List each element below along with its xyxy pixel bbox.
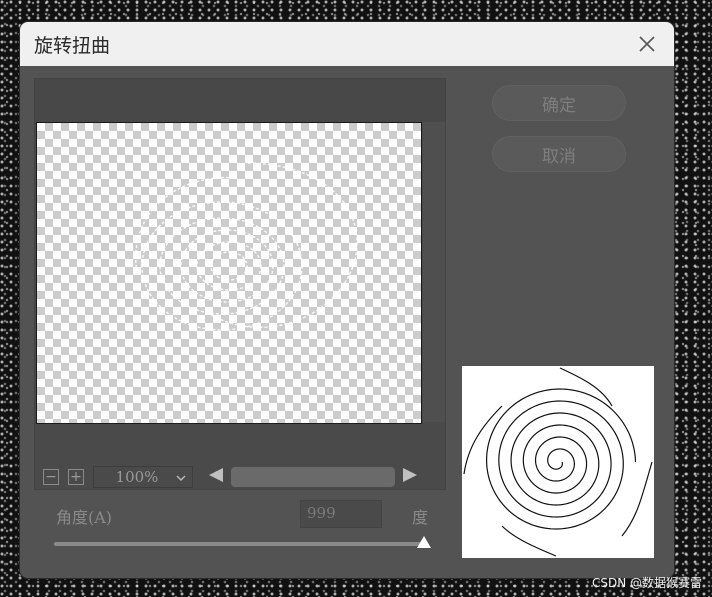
angle-control-row: 角度(A) 999 度 xyxy=(56,500,436,530)
angle-slider-thumb[interactable] xyxy=(417,536,431,548)
dialog-title: 旋转扭曲 xyxy=(34,35,111,57)
zoom-select[interactable]: 100% xyxy=(93,466,193,488)
preview-panel: − + 100% xyxy=(34,78,446,490)
ok-button[interactable]: 确定 xyxy=(492,85,626,121)
cancel-button[interactable]: 取消 xyxy=(492,136,626,172)
zoom-in-button[interactable]: + xyxy=(68,469,84,485)
triangle-left-icon[interactable] xyxy=(205,465,227,489)
watermark-text: CSDN @数据猴赛雷 xyxy=(591,576,702,590)
preview-top-area xyxy=(35,79,445,122)
angle-slider-track[interactable] xyxy=(54,542,424,546)
twirl-dialog: 旋转扭曲 − + 100% 确定 取消 角度(A) 999 度 xyxy=(20,22,674,578)
close-icon xyxy=(639,36,655,52)
scrollbar-thumb[interactable] xyxy=(231,467,395,487)
zoom-value: 100% xyxy=(115,468,159,486)
minus-icon: − xyxy=(45,469,57,485)
preview-vertical-scrollbar[interactable] xyxy=(423,122,445,422)
swirl-thumbnail xyxy=(462,366,654,558)
angle-input[interactable]: 999 xyxy=(300,500,382,528)
angle-unit-label: 度 xyxy=(412,508,429,527)
close-button[interactable] xyxy=(630,28,664,60)
title-bar: 旋转扭曲 xyxy=(20,22,674,66)
zoom-controls: − + 100% xyxy=(43,465,193,489)
spiral-graphic xyxy=(463,367,653,557)
plus-icon: + xyxy=(70,469,82,485)
swirl-preview-graphic xyxy=(135,162,358,331)
zoom-out-button[interactable]: − xyxy=(43,469,59,485)
preview-canvas[interactable] xyxy=(36,122,422,424)
triangle-right-icon[interactable] xyxy=(399,465,421,489)
preview-horizontal-scrollbar xyxy=(205,465,421,489)
chevron-down-icon xyxy=(170,470,192,484)
angle-label: 角度(A) xyxy=(56,508,113,527)
